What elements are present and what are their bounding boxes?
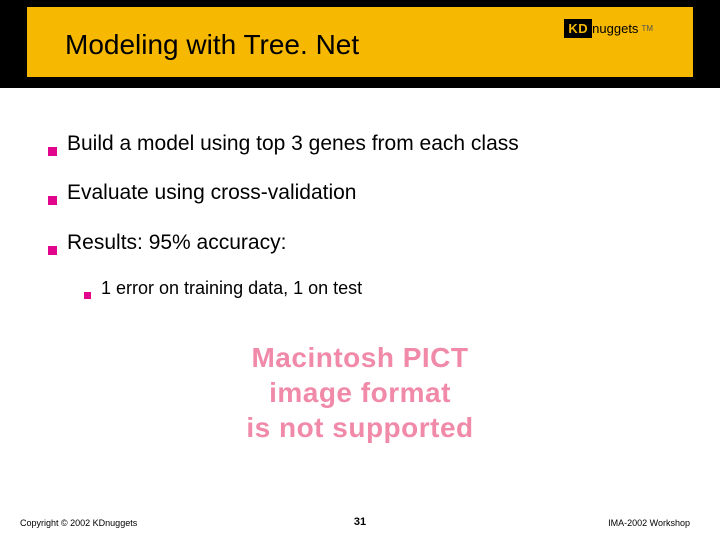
content-area: Build a model using top 3 genes from eac…	[48, 130, 680, 313]
slide: Modeling with Tree. Net KDnuggetsTM Buil…	[0, 0, 720, 540]
logo: KDnuggetsTM	[564, 19, 653, 38]
header-bar: Modeling with Tree. Net KDnuggetsTM	[0, 0, 720, 88]
sub-bullet-item: 1 error on training data, 1 on test	[84, 278, 680, 299]
bullet-text: Evaluate using cross-validation	[67, 179, 357, 206]
bullet-item: Results: 95% accuracy:	[48, 229, 680, 256]
footer-event: IMA-2002 Workshop	[608, 518, 690, 528]
logo-box: KD	[564, 19, 592, 38]
bullet-icon	[48, 196, 57, 205]
bullet-icon	[48, 147, 57, 156]
bullet-text: Build a model using top 3 genes from eac…	[67, 130, 519, 157]
bullet-text: Results: 95% accuracy:	[67, 229, 286, 256]
placeholder-line: image format	[0, 375, 720, 410]
bullet-item: Evaluate using cross-validation	[48, 179, 680, 206]
header-inner: Modeling with Tree. Net KDnuggetsTM	[26, 6, 694, 78]
placeholder-line: Macintosh PICT	[0, 340, 720, 375]
placeholder-line: is not supported	[0, 410, 720, 445]
image-placeholder: Macintosh PICT image format is not suppo…	[0, 340, 720, 445]
bullet-item: Build a model using top 3 genes from eac…	[48, 130, 680, 157]
logo-tm: TM	[641, 24, 653, 33]
sub-bullet-text: 1 error on training data, 1 on test	[101, 278, 362, 299]
slide-title: Modeling with Tree. Net	[65, 29, 359, 61]
bullet-icon	[48, 246, 57, 255]
bullet-icon	[84, 292, 91, 299]
footer: Copyright © 2002 KDnuggets 31 IMA-2002 W…	[0, 508, 720, 528]
sub-bullet-list: 1 error on training data, 1 on test	[84, 278, 680, 299]
logo-text: nuggets	[592, 21, 638, 36]
